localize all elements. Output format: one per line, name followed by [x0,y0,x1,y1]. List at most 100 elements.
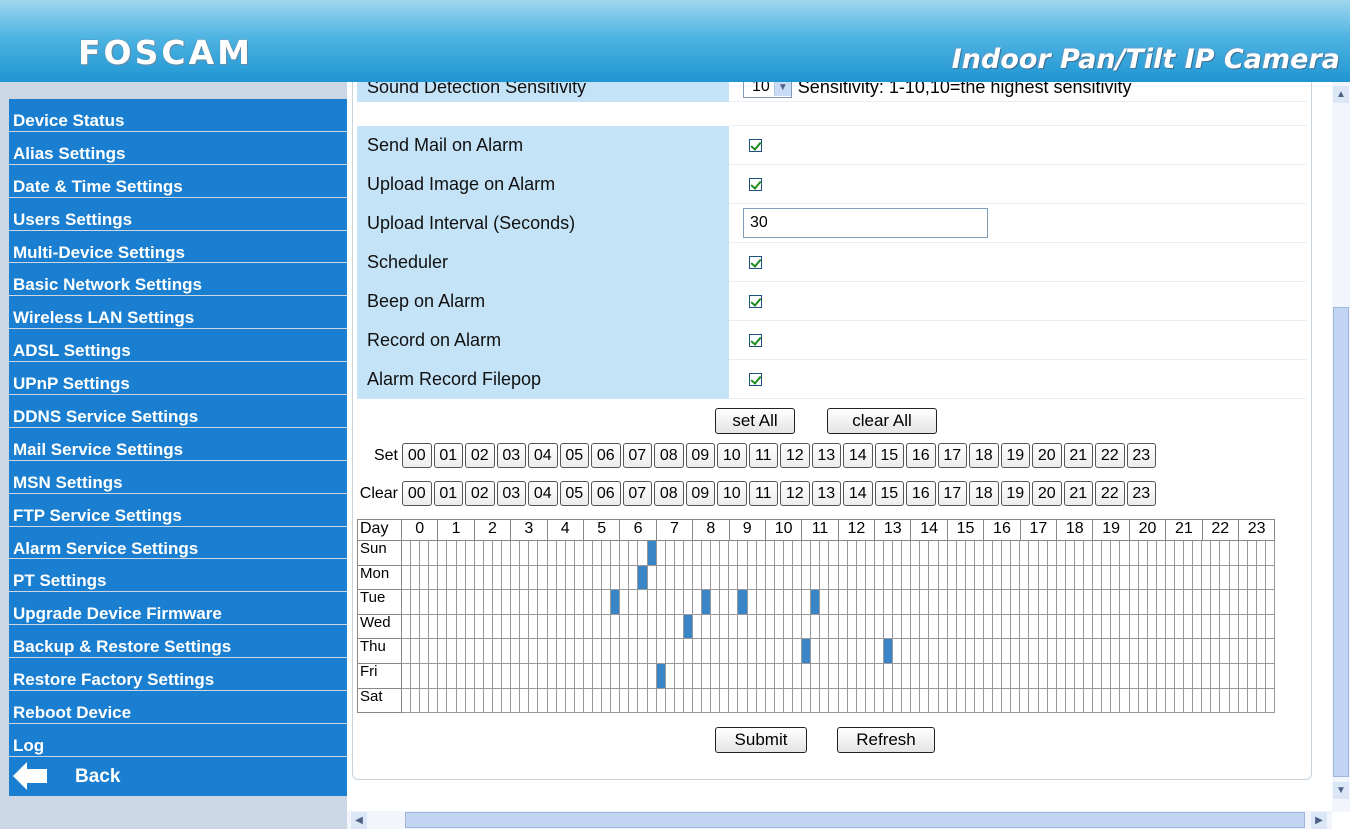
schedule-slot[interactable] [1147,565,1157,591]
schedule-slot[interactable] [847,541,857,566]
schedule-slot[interactable] [965,639,975,664]
vertical-scroll-thumb[interactable] [1333,307,1349,777]
schedule-slot[interactable] [783,614,794,640]
schedule-slot[interactable] [920,639,930,664]
schedule-slot[interactable] [783,639,794,664]
schedule-slot[interactable] [738,663,748,689]
clear-hour-button-12[interactable]: 12 [780,481,810,506]
schedule-slot[interactable] [556,663,566,689]
schedule-slot[interactable] [1011,590,1021,615]
schedule-slot[interactable] [1247,639,1257,664]
schedule-slot[interactable] [965,663,975,689]
schedule-slot[interactable] [1129,663,1139,689]
schedule-slot[interactable] [1174,639,1185,664]
schedule-slot[interactable] [574,663,584,689]
schedule-slot[interactable] [1247,614,1257,640]
schedule-slot[interactable] [711,614,721,640]
schedule-slot[interactable] [665,541,675,566]
schedule-slot[interactable] [874,663,884,689]
schedule-slot[interactable] [993,614,1003,640]
schedule-slot[interactable] [1074,614,1085,640]
schedule-slot[interactable] [1156,639,1166,664]
schedule-slot[interactable] [793,565,803,591]
schedule-slot[interactable] [592,663,603,689]
schedule-slot[interactable] [965,614,975,640]
schedule-slot[interactable] [1184,639,1194,664]
schedule-slot[interactable] [674,614,684,640]
sidebar-item-device-status[interactable]: Device Status [9,99,347,132]
schedule-slot[interactable] [665,663,675,689]
schedule-slot[interactable] [1020,565,1030,591]
schedule-slot[interactable] [492,541,503,566]
schedule-slot[interactable] [702,663,712,689]
schedule-slot[interactable] [993,663,1003,689]
set-hour-button-07[interactable]: 07 [622,443,652,468]
schedule-slot[interactable] [1211,639,1221,664]
set-hour-button-01[interactable]: 01 [433,443,463,468]
schedule-slot[interactable] [993,688,1003,714]
schedule-slot[interactable] [1102,565,1112,591]
schedule-slot[interactable] [1238,639,1248,664]
schedule-slot[interactable] [1111,663,1121,689]
schedule-slot[interactable] [1011,614,1021,640]
schedule-slot[interactable] [647,590,657,615]
schedule-slot[interactable] [693,590,703,615]
schedule-slot[interactable] [1002,639,1012,664]
schedule-slot[interactable] [1138,639,1148,664]
sidebar-item-basic-network-settings[interactable]: Basic Network Settings [9,263,347,297]
schedule-slot[interactable] [865,541,875,566]
schedule-slot[interactable] [756,541,766,566]
schedule-slot[interactable] [765,614,775,640]
schedule-slot[interactable] [565,639,575,664]
schedule-slot[interactable] [929,541,939,566]
schedule-slot[interactable] [902,541,912,566]
schedule-slot[interactable] [1138,688,1148,714]
upload-interval-input[interactable] [743,208,988,238]
schedule-slot[interactable] [856,663,866,689]
schedule-slot[interactable] [683,614,693,640]
schedule-slot[interactable] [847,565,857,591]
schedule-slot[interactable] [429,590,439,615]
schedule-slot[interactable] [984,541,994,566]
schedule-slot[interactable] [656,614,666,640]
schedule-slot[interactable] [1202,541,1212,566]
schedule-slot[interactable] [1247,565,1257,591]
schedule-slot[interactable] [1256,541,1266,566]
schedule-slot[interactable] [674,565,684,591]
schedule-slot[interactable] [556,614,566,640]
schedule-slot[interactable] [947,614,957,640]
clear-hour-button-14[interactable]: 14 [843,481,873,506]
schedule-slot[interactable] [747,639,757,664]
schedule-slot[interactable] [1184,590,1194,615]
schedule-slot[interactable] [1029,565,1039,591]
schedule-slot[interactable] [1156,590,1166,615]
schedule-slot[interactable] [429,688,439,714]
schedule-slot[interactable] [1111,639,1121,664]
schedule-slot[interactable] [538,541,548,566]
schedule-slot[interactable] [1056,590,1066,615]
clear-hour-button-20[interactable]: 20 [1032,481,1062,506]
schedule-slot[interactable] [956,688,966,714]
schedule-slot[interactable] [1111,614,1121,640]
schedule-slot[interactable] [1056,663,1066,689]
schedule-slot[interactable] [602,565,612,591]
schedule-slot[interactable] [683,590,693,615]
schedule-slot[interactable] [1265,541,1275,566]
send-mail-checkbox[interactable] [749,138,762,152]
schedule-slot[interactable] [574,565,584,591]
schedule-slot[interactable] [674,541,684,566]
schedule-slot[interactable] [647,639,657,664]
schedule-slot[interactable] [1165,614,1175,640]
schedule-slot[interactable] [492,639,503,664]
schedule-slot[interactable] [1184,565,1194,591]
schedule-slot[interactable] [829,688,839,714]
schedule-slot[interactable] [911,614,921,640]
schedule-slot[interactable] [538,565,548,591]
schedule-slot[interactable] [974,639,984,664]
schedule-slot[interactable] [1174,565,1185,591]
schedule-slot[interactable] [929,663,939,689]
schedule-slot[interactable] [483,541,493,566]
refresh-button[interactable]: Refresh [837,727,935,753]
schedule-slot[interactable] [947,639,957,664]
schedule-slot[interactable] [1220,663,1230,689]
